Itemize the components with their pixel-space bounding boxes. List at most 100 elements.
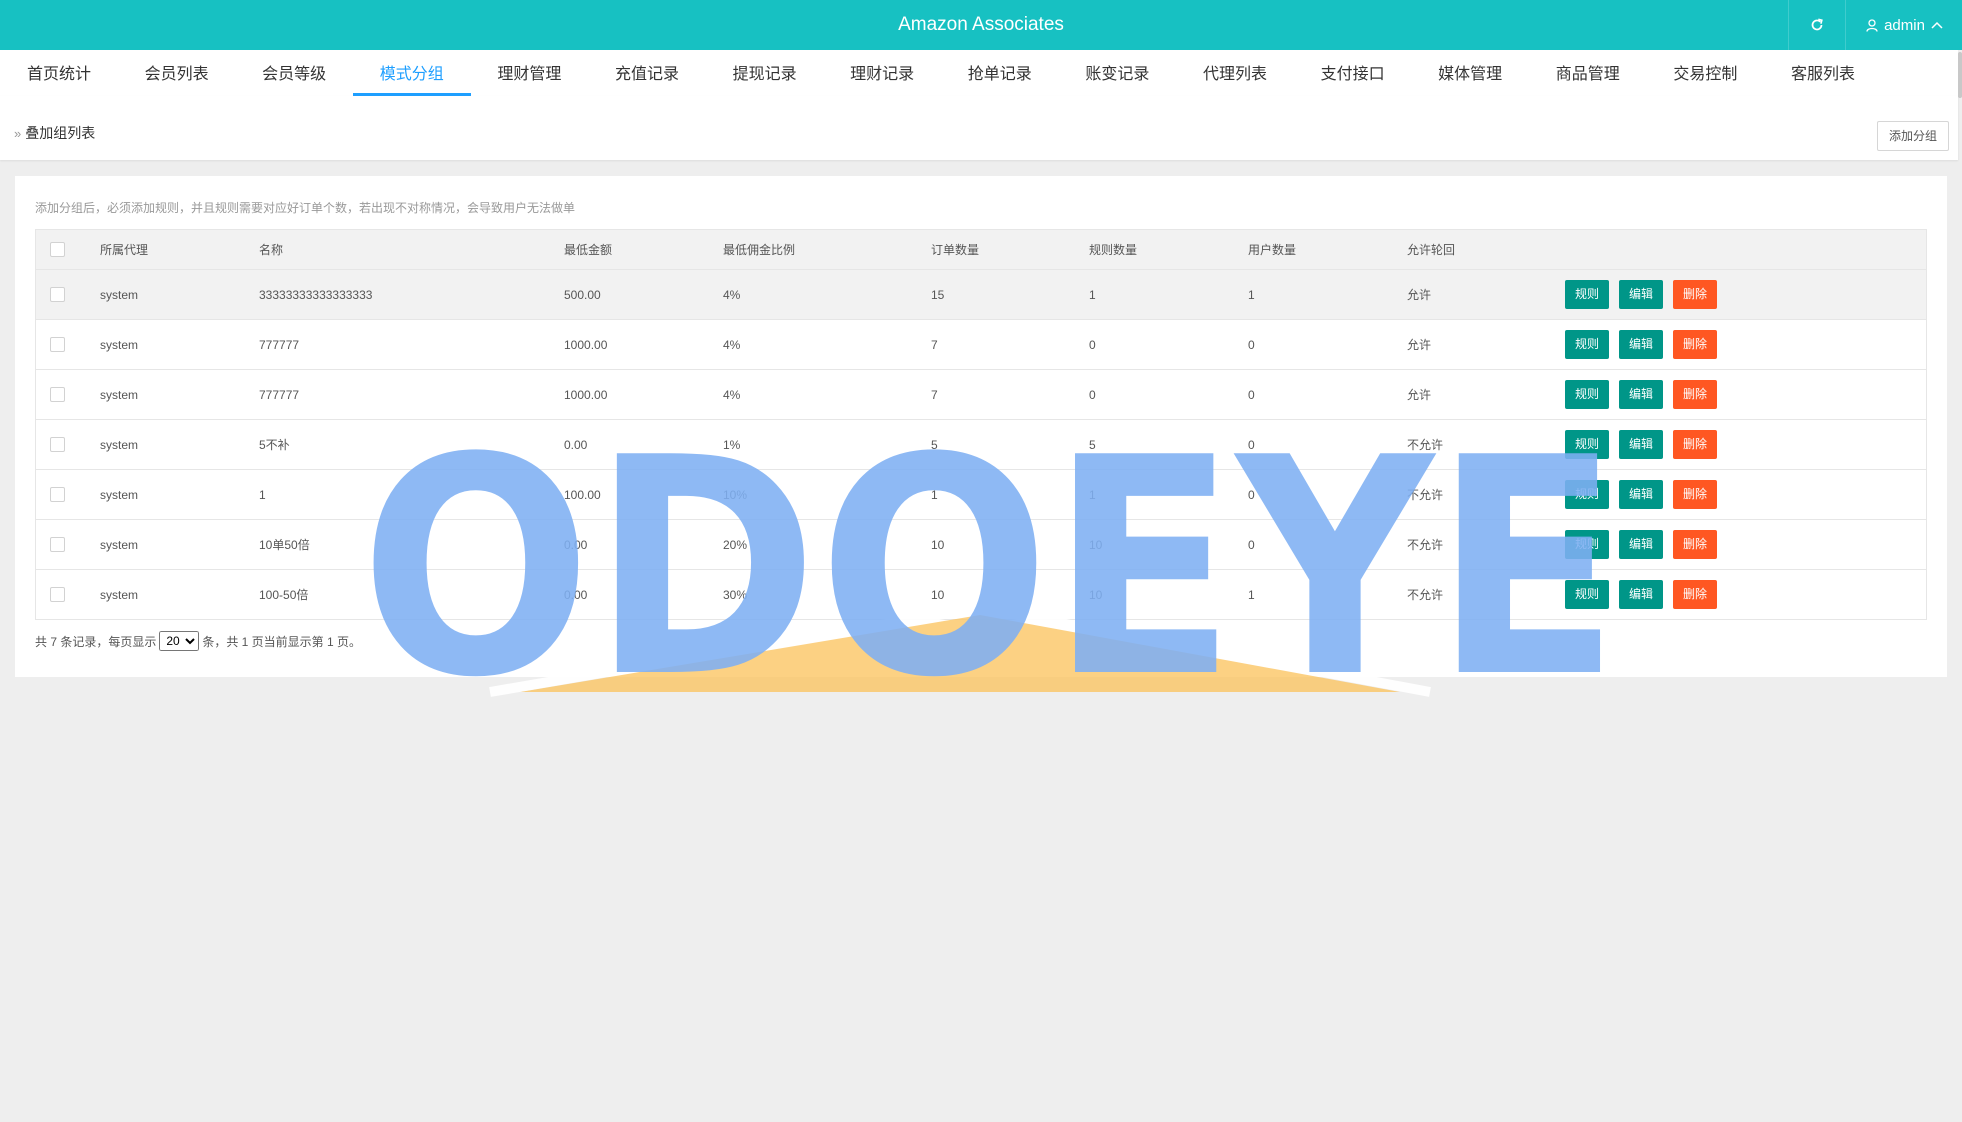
table-cell: 0 — [1248, 337, 1255, 352]
delete-button[interactable]: 删除 — [1673, 280, 1717, 309]
table-cell: 1 — [1089, 287, 1096, 302]
table-row: system 777777 1000.00 4% 7 0 0 允许 规则 编辑 删除 — [36, 320, 1926, 370]
row-checkbox[interactable] — [50, 437, 65, 452]
row-checkbox[interactable] — [50, 537, 65, 552]
user-menu[interactable]: admin — [1845, 0, 1962, 50]
table-cell: 0 — [1089, 387, 1096, 402]
delete-button[interactable]: 删除 — [1673, 530, 1717, 559]
scrollbar-thumb[interactable] — [1958, 52, 1962, 98]
edit-button[interactable]: 编辑 — [1619, 430, 1663, 459]
tab-3[interactable]: 模式分组 — [352, 50, 471, 96]
notice-text: 添加分组后，必须添加规则，并且规则需要对应好订单个数，若出现不对称情况，会导致用… — [35, 201, 576, 215]
tab-2[interactable]: 会员等级 — [235, 50, 353, 96]
rule-button[interactable]: 规则 — [1565, 480, 1609, 509]
tab-6[interactable]: 提现记录 — [706, 50, 824, 96]
groups-table: 所属代理 名称 最低金额 最低佣金比例 订单数量 规则数量 用户数量 允许轮回 system 33… — [35, 229, 1927, 620]
delete-button[interactable]: 删除 — [1673, 380, 1717, 409]
table-cell: 5 — [931, 437, 938, 452]
row-checkbox[interactable] — [50, 287, 65, 302]
table-cell: 0 — [1248, 537, 1255, 552]
content-card: 添加分组后，必须添加规则，并且规则需要对应好订单个数，若出现不对称情况，会导致用… — [15, 176, 1947, 677]
page-size-select[interactable]: 20 — [159, 631, 200, 651]
select-all-checkbox[interactable] — [50, 242, 65, 257]
table-cell: 5 — [1089, 437, 1096, 452]
pager-suffix: 条，共 1 页当前显示第 1 页。 — [202, 634, 362, 649]
table-row: system 777777 1000.00 4% 7 0 0 允许 规则 编辑 删除 — [36, 370, 1926, 420]
table-cell: system — [100, 287, 139, 302]
rule-button[interactable]: 规则 — [1565, 380, 1609, 409]
edit-button[interactable]: 编辑 — [1619, 330, 1663, 359]
table-cell: 允许 — [1407, 388, 1432, 402]
table-cell: 30% — [723, 587, 748, 602]
tab-8[interactable]: 抢单记录 — [941, 50, 1059, 96]
table-row: system 33333333333333333 500.00 4% 15 1 1 允许 规则编… — [36, 270, 1926, 320]
delete-button[interactable]: 删除 — [1673, 330, 1717, 359]
delete-button[interactable]: 删除 — [1673, 580, 1717, 609]
table-cell: 0.00 — [564, 587, 588, 602]
rule-button[interactable]: 规则 — [1565, 430, 1609, 459]
row-checkbox[interactable] — [50, 337, 65, 352]
table-cell: 15 — [931, 287, 945, 302]
row-checkbox[interactable] — [50, 387, 65, 402]
edit-button[interactable]: 编辑 — [1619, 480, 1663, 509]
rule-button[interactable]: 规则 — [1565, 280, 1609, 309]
table-cell: 10单50倍 — [259, 538, 310, 552]
breadcrumb-bar: » 叠加组列表 添加分组 — [0, 96, 1958, 160]
table-cell: 1000.00 — [564, 387, 608, 402]
rule-button[interactable]: 规则 — [1565, 580, 1609, 609]
tab-1[interactable]: 会员列表 — [118, 50, 236, 96]
row-checkbox[interactable] — [50, 587, 65, 602]
tab-13[interactable]: 商品管理 — [1529, 50, 1647, 96]
table-cell: 10 — [1089, 537, 1103, 552]
add-group-button[interactable]: 添加分组 — [1877, 121, 1949, 151]
tab-11[interactable]: 支付接口 — [1294, 50, 1412, 96]
edit-button[interactable]: 编辑 — [1619, 530, 1663, 559]
column-header: 允许轮回 — [1407, 243, 1456, 257]
table-cell: 不允许 — [1407, 438, 1444, 452]
tab-7[interactable]: 理财记录 — [823, 50, 941, 96]
table-cell: 4% — [723, 287, 741, 302]
rule-button[interactable]: 规则 — [1565, 530, 1609, 559]
table-cell: 777777 — [259, 337, 300, 352]
row-checkbox[interactable] — [50, 487, 65, 502]
table-cell: system — [100, 587, 139, 602]
refresh-button[interactable] — [1788, 0, 1845, 50]
chevron-up-icon — [1931, 21, 1943, 29]
table-cell: 1 — [1089, 487, 1096, 502]
tab-14[interactable]: 交易控制 — [1646, 50, 1764, 96]
table-cell: 1 — [931, 487, 938, 502]
tab-15[interactable]: 客服列表 — [1764, 50, 1882, 96]
table-row: system 10单50倍 0.00 20% 10 10 0 不允许 规则 编辑 删除 — [36, 520, 1926, 570]
delete-button[interactable]: 删除 — [1673, 480, 1717, 509]
breadcrumb: » 叠加组列表 — [14, 96, 95, 170]
column-header: 最低金额 — [564, 243, 613, 257]
edit-button[interactable]: 编辑 — [1619, 280, 1663, 309]
table-cell: 允许 — [1407, 338, 1432, 352]
column-header: 最低佣金比例 — [723, 243, 796, 257]
table-cell: 10 — [931, 587, 945, 602]
breadcrumb-label: 叠加组列表 — [25, 125, 96, 141]
tab-10[interactable]: 代理列表 — [1176, 50, 1294, 96]
table-cell: 10% — [723, 487, 748, 502]
double-chevron-right-icon: » — [14, 126, 22, 141]
table-cell: 0.00 — [564, 437, 588, 452]
column-header: 用户数量 — [1248, 243, 1297, 257]
edit-button[interactable]: 编辑 — [1619, 380, 1663, 409]
tab-12[interactable]: 媒体管理 — [1411, 50, 1529, 96]
edit-button[interactable]: 编辑 — [1619, 580, 1663, 609]
table-cell: system — [100, 437, 139, 452]
table-cell: 10 — [1089, 587, 1103, 602]
column-header: 名称 — [259, 243, 284, 257]
tab-0[interactable]: 首页统计 — [0, 50, 118, 96]
table-cell: system — [100, 337, 139, 352]
table-cell: system — [100, 537, 139, 552]
table-cell: 7 — [931, 337, 938, 352]
table-cell: 100.00 — [564, 487, 601, 502]
tab-5[interactable]: 充值记录 — [588, 50, 706, 96]
tab-9[interactable]: 账变记录 — [1058, 50, 1176, 96]
rule-button[interactable]: 规则 — [1565, 330, 1609, 359]
table-cell: 0 — [1248, 487, 1255, 502]
tab-4[interactable]: 理财管理 — [470, 50, 588, 96]
table-cell: 20% — [723, 537, 748, 552]
delete-button[interactable]: 删除 — [1673, 430, 1717, 459]
